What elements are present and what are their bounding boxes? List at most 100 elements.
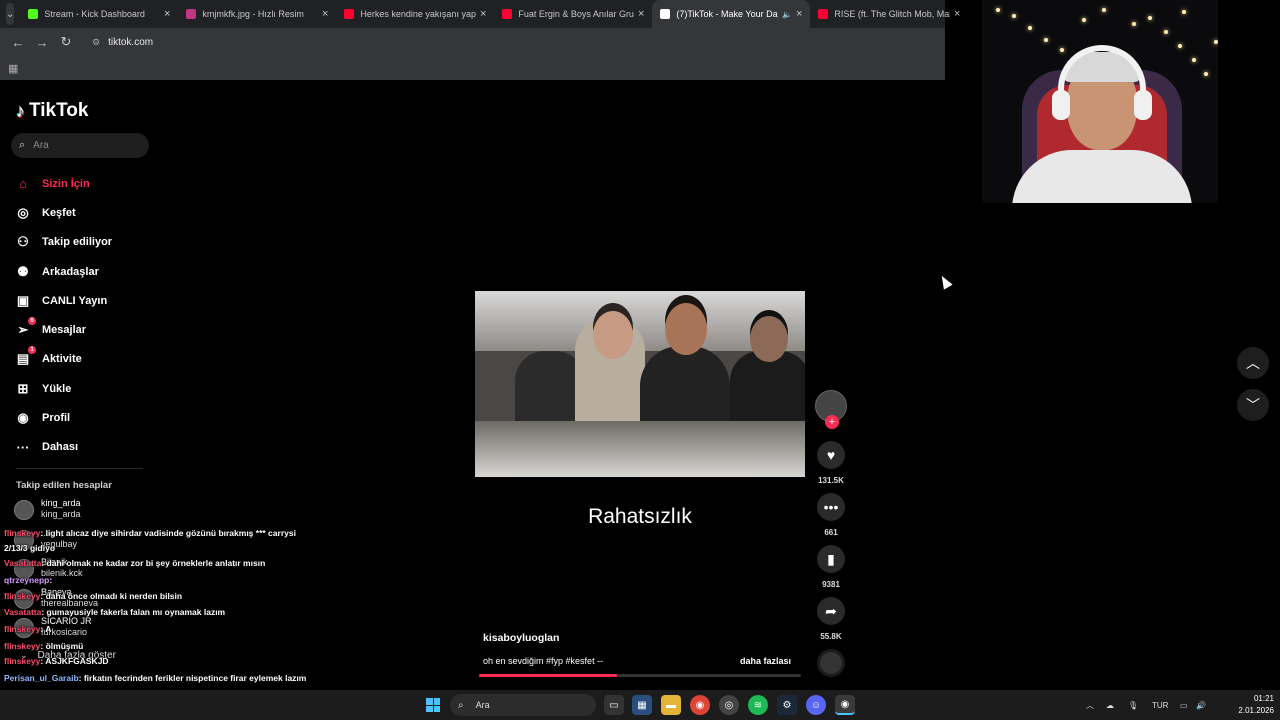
comment-icon[interactable]: ••• bbox=[817, 493, 845, 521]
tab-favicon-icon bbox=[344, 9, 355, 19]
nav-item-label: Sizin İçin bbox=[42, 177, 90, 190]
chat-username: flinskeyy bbox=[4, 591, 41, 601]
following-account[interactable]: king_arda king_arda bbox=[14, 498, 154, 528]
webcam-overlay bbox=[982, 0, 1218, 203]
like-action[interactable]: ♥ 131.5K bbox=[814, 441, 848, 485]
nav-item-6[interactable]: ▤ 1 Aktivite bbox=[14, 345, 154, 374]
tab-audio-icon[interactable]: 🔈 bbox=[782, 10, 792, 19]
nav-item-8[interactable]: ◉ Profil bbox=[14, 403, 154, 432]
tab-close-icon[interactable]: × bbox=[480, 8, 486, 20]
apps-grid-icon[interactable]: ▦ bbox=[8, 62, 18, 75]
browser-tab[interactable]: Fuat Ergin & Boys Anılar Grubu × bbox=[494, 0, 652, 28]
file-explorer-icon[interactable]: ▬ bbox=[661, 695, 681, 715]
chat-username: Vasatatta bbox=[4, 607, 42, 617]
follow-plus-icon[interactable]: + bbox=[825, 415, 839, 429]
browser-tab[interactable]: Herkes kendine yakışanı yapsın × bbox=[336, 0, 494, 28]
chat-text: : light alıcaz diye sihirdar vadisinde g… bbox=[40, 528, 296, 538]
tray-chevron-icon[interactable]: ︿ bbox=[1086, 690, 1094, 720]
next-video-button[interactable]: ﹀ bbox=[1237, 389, 1269, 421]
nav-item-2[interactable]: ⚇ Takip ediliyor bbox=[14, 228, 154, 257]
chat-username: Vasatatta bbox=[4, 558, 42, 568]
tiktok-logo[interactable]: ♪ TikTok bbox=[16, 100, 88, 122]
see-more-description-button[interactable]: daha fazlası bbox=[740, 656, 791, 666]
creator-avatar[interactable]: + bbox=[815, 390, 847, 429]
nav-item-4[interactable]: ▣ CANLI Yayın bbox=[14, 286, 154, 315]
share-action[interactable]: ➦ 55.8K bbox=[814, 597, 848, 641]
wifi-icon[interactable]: ▭ bbox=[1180, 690, 1188, 720]
tab-title: kmjmkfk.jpg - Hızlı Resim bbox=[202, 9, 304, 19]
nav-item-label: Aktivite bbox=[42, 353, 82, 366]
taskbar-search[interactable]: ⌕ Ara bbox=[450, 694, 596, 716]
language-indicator[interactable]: TUR bbox=[1152, 690, 1168, 720]
share-count: 55.8K bbox=[820, 632, 842, 641]
nav-item-3[interactable]: ⚉ Arkadaşlar bbox=[14, 257, 154, 286]
steam-icon[interactable]: ⚙ bbox=[777, 695, 797, 715]
task-view-icon[interactable]: ▭ bbox=[604, 695, 624, 715]
account-names: king_arda king_arda bbox=[41, 498, 81, 520]
previous-video-button[interactable]: ︿ bbox=[1237, 347, 1269, 379]
screen: ⌄ Stream - Kick Dashboard × kmjmkfk.jpg - … bbox=[0, 0, 1280, 720]
chat-text: 2/13/3 gidiyo bbox=[4, 543, 56, 553]
mouse-cursor-icon bbox=[937, 273, 953, 290]
browser-tab-bar: ⌄ Stream - Kick Dashboard × kmjmkfk.jpg - … bbox=[0, 0, 960, 28]
nav-item-1[interactable]: ◎ Keşfet bbox=[14, 198, 154, 227]
browser-tab[interactable]: RISE (ft. The Glitch Mob, Mako × bbox=[810, 0, 968, 28]
chat-message: 2/13/3 gidiyo bbox=[4, 541, 55, 556]
chat-message: flinskeyy: daha önce olmadı ki nerden bi… bbox=[4, 589, 182, 604]
share-icon[interactable]: ➦ bbox=[817, 597, 845, 625]
browser-tab[interactable]: kmjmkfk.jpg - Hızlı Resim × bbox=[178, 0, 336, 28]
browser-tab[interactable]: (7)TikTok - Make Your Day 🔈 × bbox=[652, 0, 811, 28]
tab-close-icon[interactable]: × bbox=[164, 8, 170, 20]
volume-icon[interactable]: 🔊 bbox=[1196, 690, 1206, 720]
store-icon[interactable]: ▦ bbox=[632, 695, 652, 715]
video-progress-bar[interactable] bbox=[479, 674, 801, 677]
profile-icon: ◉ bbox=[17, 410, 29, 426]
tab-search-button[interactable]: ⌄ bbox=[6, 3, 15, 25]
chat-username: flinskeyy bbox=[4, 641, 41, 651]
comment-action[interactable]: ••• 661 bbox=[814, 493, 848, 537]
network-tray-icon[interactable]: ☁ bbox=[1106, 690, 1114, 720]
reload-icon[interactable]: ↻ bbox=[54, 34, 78, 50]
music-disc-icon[interactable] bbox=[817, 649, 845, 677]
save-action[interactable]: ▮ 9381 bbox=[814, 545, 848, 589]
back-icon[interactable]: ← bbox=[6, 35, 30, 50]
video-author[interactable]: kisaboyluoglan bbox=[483, 632, 559, 644]
tab-close-icon[interactable]: × bbox=[638, 8, 644, 20]
tab-favicon-icon bbox=[28, 9, 39, 19]
clock[interactable]: 01:21 2.01.2026 bbox=[1228, 693, 1274, 717]
microphone-icon[interactable]: 🎙 bbox=[1128, 690, 1138, 720]
video-scene-head bbox=[665, 303, 707, 355]
clock-time: 01:21 bbox=[1253, 694, 1274, 703]
forward-icon[interactable]: → bbox=[30, 35, 54, 50]
heart-icon[interactable]: ♥ bbox=[817, 441, 845, 469]
nav-item-0[interactable]: ⌂ Sizin İçin bbox=[14, 169, 154, 198]
clock-date: 2.01.2026 bbox=[1238, 706, 1274, 715]
nav-item-9[interactable]: ··· Dahası bbox=[14, 433, 154, 462]
chat-message: Perisan_ul_Garaib: firkatın fecrinden fe… bbox=[4, 671, 306, 686]
video-player[interactable] bbox=[475, 291, 805, 477]
nav-item-label: Dahası bbox=[42, 441, 79, 454]
spotify-icon[interactable]: ≋ bbox=[748, 695, 768, 715]
light-bulb bbox=[1178, 44, 1182, 48]
windows-start-icon[interactable] bbox=[426, 698, 440, 712]
tab-close-icon[interactable]: × bbox=[954, 8, 960, 20]
app-icon[interactable]: ◎ bbox=[719, 695, 739, 715]
live-icon: ▣ bbox=[16, 292, 30, 308]
chat-message: flinskeyy: A bbox=[4, 622, 51, 637]
discord-icon[interactable]: ☺ bbox=[806, 695, 826, 715]
site-info-icon[interactable]: ⚙ bbox=[92, 37, 100, 48]
nav-item-5[interactable]: ➢ 6 Mesajlar bbox=[14, 315, 154, 344]
nav-item-7[interactable]: ⊞ Yükle bbox=[14, 374, 154, 403]
browser-tab[interactable]: Stream - Kick Dashboard × bbox=[20, 0, 178, 28]
bookmark-icon[interactable]: ▮ bbox=[817, 545, 845, 573]
chrome-icon[interactable]: ◉ bbox=[690, 695, 710, 715]
search-box[interactable]: ⌕ bbox=[11, 133, 149, 158]
chat-message: flinskeyy: light alıcaz diye sihirdar va… bbox=[4, 526, 296, 541]
tab-close-icon[interactable]: × bbox=[796, 8, 802, 20]
url-field[interactable]: ⚙ tiktok.com bbox=[86, 31, 159, 53]
chat-text: : daha önce olmadı ki nerden bilsin bbox=[40, 591, 183, 601]
search-input[interactable] bbox=[33, 140, 124, 151]
tab-close-icon[interactable]: × bbox=[322, 8, 328, 20]
chrome-active-icon[interactable]: ◉ bbox=[835, 695, 855, 715]
chat-text: : ölmüşmü bbox=[40, 641, 84, 651]
